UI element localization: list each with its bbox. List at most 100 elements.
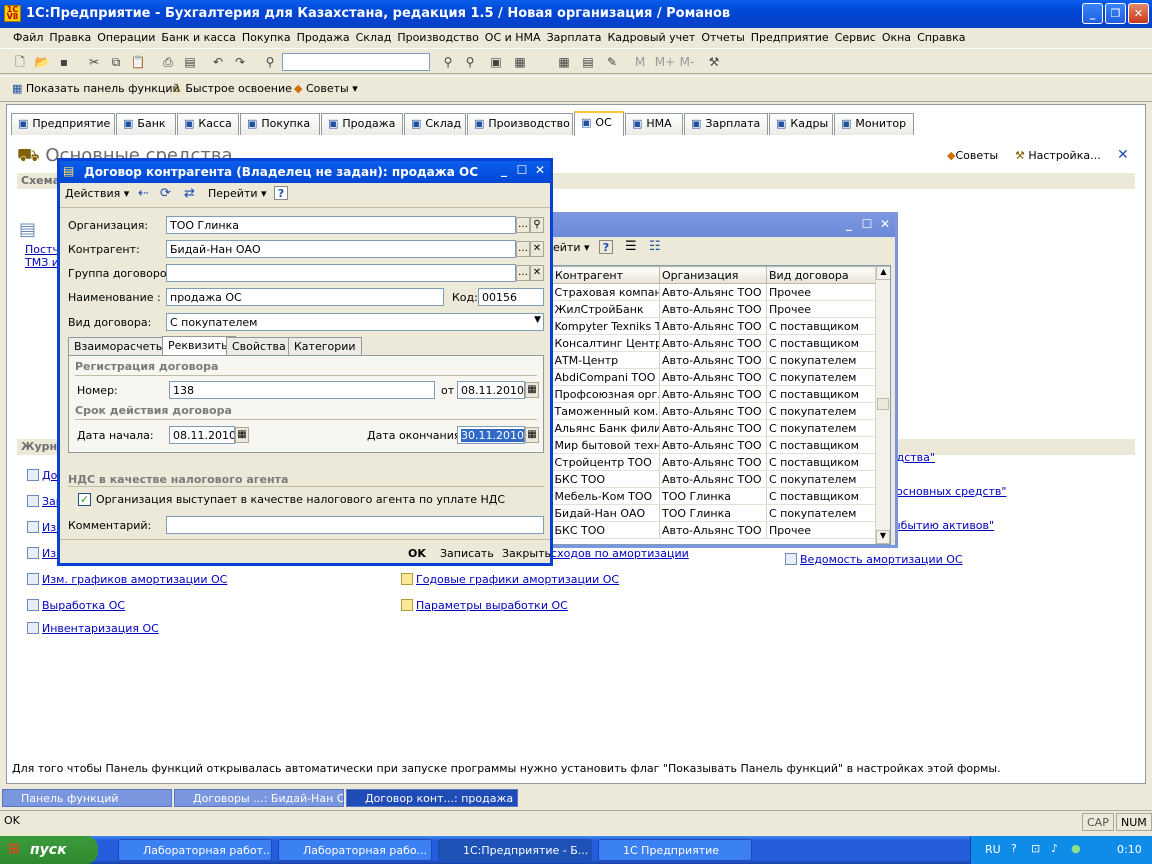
actions-menu-button[interactable]: Действия ▾ (65, 187, 129, 200)
contractor-field[interactable]: Бидай-Нан ОАО (166, 240, 516, 258)
tab-7[interactable]: ▣ ОС (574, 111, 624, 136)
tips-button[interactable]: ◆ Советы ▾ (294, 82, 358, 95)
tab-0[interactable]: ▣ Предприятие (11, 113, 115, 135)
1c-icon[interactable]: ▦ (512, 54, 528, 70)
contracts-table[interactable]: Контрагент Организация Вид договора Страхо… (551, 265, 891, 545)
ok-button[interactable]: OK (408, 547, 426, 560)
calendar-icon[interactable]: ▤ (580, 54, 596, 70)
panel-left_links-6[interactable]: Инвентаризация ОС (27, 622, 159, 635)
goto-menu-button[interactable]: Перейти ▾ (208, 187, 267, 200)
menu-item-13[interactable]: Сервис (832, 28, 879, 48)
tray-network-icon[interactable]: ⊡ (1031, 842, 1040, 855)
minimize-button[interactable]: _ (1082, 3, 1103, 24)
panel-left_links-4[interactable]: Изм. графиков амортизации ОС (27, 573, 227, 586)
window-title-bar[interactable]: 1С V8 1С:Предприятие - Бухгалтерия для К… (0, 0, 1152, 28)
mdi-window-panel[interactable]: Панель функций (2, 789, 172, 807)
dialog-tab-1[interactable]: Реквизиты (162, 336, 236, 356)
table-row[interactable]: Профсоюзная орг... Авто-Альянс ТОО С поста… (552, 385, 876, 403)
menu-item-5[interactable]: Продажа (294, 28, 353, 48)
start-button[interactable]: ⊞ пуск (0, 836, 98, 864)
list-goto-button[interactable]: ейти ▾ (553, 241, 590, 254)
m-plus-icon[interactable]: M+ (654, 54, 676, 70)
help-icon[interactable]: ? (274, 186, 288, 200)
taskbar-item-folder[interactable]: 1С Предприятие (598, 839, 752, 861)
tray-security-icon[interactable]: ● (1071, 842, 1081, 855)
tray-help-icon[interactable]: ? (1011, 842, 1017, 855)
table-row[interactable]: Бидай-Нан ОАО ТОО Глинка С покупателем (552, 504, 876, 522)
end-date-field[interactable]: 30.11.2010 (457, 426, 525, 444)
m-icon[interactable]: M (632, 54, 648, 70)
swap-icon[interactable]: ⇄ (184, 186, 195, 201)
table-row[interactable]: БКС ТОО Авто-Альянс ТОО С покупателем (552, 470, 876, 488)
table-row[interactable]: Kompyter Texniks T... Авто-Альянс ТОО С по… (552, 317, 876, 335)
list-maximize-button[interactable]: ☐ (859, 217, 875, 233)
tab-3[interactable]: ▣ Покупка (240, 113, 320, 135)
save-button[interactable]: Записать (440, 547, 494, 560)
panel-mid_links-2[interactable]: Параметры выработки ОС (401, 599, 568, 612)
table-row[interactable]: Стройцентр ТОО Авто-Альянс ТОО С поставщик… (552, 453, 876, 471)
menu-item-15[interactable]: Справка (914, 28, 968, 48)
save-icon[interactable]: ▪ (56, 54, 72, 70)
taskbar-item-firefox[interactable]: Лабораторная работ... (118, 839, 272, 861)
panel-tips-button[interactable]: ◆Советы (947, 149, 998, 162)
group-select-button[interactable]: … (516, 265, 530, 281)
dialog-close-button[interactable]: ✕ (532, 163, 548, 179)
close-dialog-button[interactable]: Закрыть (502, 547, 551, 560)
taskbar-item-word[interactable]: Лабораторная рабо... (278, 839, 432, 861)
menu-item-4[interactable]: Покупка (239, 28, 294, 48)
menu-item-12[interactable]: Предприятие (748, 28, 832, 48)
mdi-window-contracts[interactable]: Договоры ...: Бидай-Нан ОАО (174, 789, 344, 807)
from-calendar-icon[interactable]: ▦ (525, 382, 539, 398)
open-icon[interactable]: 📂 (34, 54, 50, 70)
schema-link-2[interactable]: ТМЗ и (25, 256, 59, 269)
org-select-button[interactable]: … (516, 217, 530, 233)
search-combo[interactable] (282, 53, 430, 71)
preview-icon[interactable]: ▤ (182, 54, 198, 70)
paste-icon[interactable]: 📋 (130, 54, 146, 70)
list-minimize-button[interactable]: _ (841, 217, 857, 233)
contractor-clear-icon[interactable]: ✕ (530, 241, 544, 257)
close-button[interactable]: ✕ (1128, 3, 1149, 24)
dialog-maximize-button[interactable]: ☐ (514, 163, 530, 179)
panel-settings-button[interactable]: ⚒ Настройка... (1015, 149, 1101, 162)
group-field[interactable] (166, 264, 516, 282)
menu-item-10[interactable]: Кадровый учет (604, 28, 698, 48)
code-field[interactable]: 00156 (478, 288, 544, 306)
menu-item-7[interactable]: Производство (394, 28, 481, 48)
cut-icon[interactable]: ✂ (86, 54, 102, 70)
list-hierarchy-icon[interactable]: ☷ (649, 239, 661, 254)
table-row[interactable]: AbdiCompani ТОО Авто-Альянс ТОО С покупате… (552, 368, 876, 386)
m-minus-icon[interactable]: M- (676, 54, 698, 70)
table-row[interactable]: БКС ТОО Авто-Альянс ТОО Прочее (552, 521, 876, 539)
start-calendar-icon[interactable]: ▦ (235, 427, 249, 443)
table-row[interactable]: Таможенный ком... Авто-Альянс ТОО С покупа… (552, 402, 876, 420)
group-clear-icon[interactable]: ✕ (530, 265, 544, 281)
table-row[interactable]: Консалтинг Центр...Авто-Альянс ТООС пост… (552, 334, 876, 352)
menu-item-2[interactable]: Операции (94, 28, 158, 48)
org-open-icon[interactable]: ⚲ (530, 217, 544, 233)
list-scroll-thumb[interactable] (877, 398, 889, 410)
table-row[interactable]: ЖилСтройБанк Авто-Альянс ТОО Прочее (552, 300, 876, 318)
menu-item-3[interactable]: Банк и касса (158, 28, 239, 48)
menu-item-6[interactable]: Склад (353, 28, 395, 48)
refresh-icon[interactable]: ⟳ (160, 186, 171, 201)
menu-item-0[interactable]: Файл (10, 28, 46, 48)
taskbar-item-1c[interactable]: 1С:Предприятие - Б... (438, 839, 592, 861)
comment-field[interactable] (166, 516, 544, 534)
find-prev-icon[interactable]: ⚲ (462, 54, 478, 70)
tab-2[interactable]: ▣ Касса (177, 113, 239, 135)
dialog-tab-0[interactable]: Взаиморасчеты (68, 337, 171, 355)
table-row[interactable]: Мир бытовой техн...Авто-Альянс ТООС пост… (552, 436, 876, 454)
tab-8[interactable]: ▣ НМА (625, 113, 683, 135)
column-header[interactable]: Организация (659, 266, 767, 284)
name-field[interactable]: продажа ОС (166, 288, 444, 306)
from-date-field[interactable]: 08.11.2010 (457, 381, 525, 399)
table-row[interactable]: Мебель-Ком ТОО ТОО Глинка С поставщиком (552, 487, 876, 505)
org-field[interactable]: ТОО Глинка (166, 216, 516, 234)
panel-close-icon[interactable]: ✕ (1117, 147, 1129, 163)
clipboard-icon[interactable]: ✎ (604, 54, 620, 70)
calculator-icon[interactable]: ▦ (556, 54, 572, 70)
mdi-window-contract[interactable]: Договор конт...: продажа ОС (346, 789, 518, 807)
contractor-select-button[interactable]: … (516, 241, 530, 257)
redo-icon[interactable]: ↷ (232, 54, 248, 70)
